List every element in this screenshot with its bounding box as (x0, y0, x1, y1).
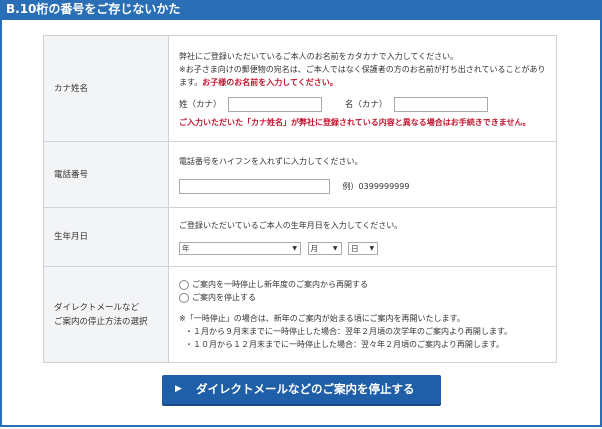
option-pause-radio[interactable]: ご案内を一時停止し新年度のご案内から再開する (179, 278, 548, 291)
phone-desc: 電話番号をハイフンを入れずに入力してください。 (179, 157, 363, 166)
stop-submit-button[interactable]: ▶ ダイレクトメールなどのご案内を停止する (162, 375, 441, 404)
stop-form-table: カナ姓名 弊社にご登録いただいているご本人のお名前をカタカナで入力してください。… (43, 35, 557, 363)
row-birth: 生年月日 ご登録いただいているご本人の生年月日を入力してください。 年 ▼ 月 ▼ … (43, 207, 557, 267)
kana-desc-note-red: お子様のお名前を入力してください。 (202, 78, 338, 87)
section-header: B.10桁の番号をご存じないかた (0, 0, 602, 20)
phone-example: 例）0399999999 (342, 182, 410, 191)
birth-desc: ご登録いただいているご本人の生年月日を入力してください。 (179, 221, 403, 230)
radio-icon (179, 292, 189, 303)
play-triangle-icon: ▶ (175, 384, 182, 394)
row-label-stop-line2: ご案内の停止方法の選択 (54, 316, 148, 327)
stop-note-rule1: ・１月から９月末までに一時停止した場合：翌年２月頃の次学年のご案内より再開します… (185, 327, 513, 336)
row-kana: カナ姓名 弊社にご登録いただいているご本人のお名前をカタカナで入力してください。… (43, 35, 557, 142)
sei-input[interactable] (228, 97, 323, 112)
kana-warning: ご入力いただいた「カナ姓名」が弊社に登録されている内容と異なる場合はお手続きでき… (179, 118, 531, 127)
row-label-kana: カナ姓名 (43, 35, 169, 142)
row-label-phone: 電話番号 (43, 141, 169, 208)
year-select[interactable]: 年 ▼ (179, 242, 301, 255)
row-label-stop-line1: ダイレクトメールなど (54, 302, 140, 313)
radio-icon (179, 279, 189, 290)
row-label-birth: 生年月日 (43, 207, 169, 267)
mei-input[interactable] (394, 97, 489, 112)
row-phone: 電話番号 電話番号をハイフンを入れずに入力してください。 例）039999999… (43, 141, 557, 208)
chevron-down-icon: ▼ (292, 245, 297, 252)
row-stop-method: ダイレクトメールなど ご案内の停止方法の選択 ご案内を一時停止し新年度のご案内か… (43, 266, 557, 363)
kana-desc: 弊社にご登録いただいているご本人のお名前をカタカナで入力してください。 (179, 52, 459, 61)
mei-label: 名（カナ） (344, 100, 388, 110)
option-stop-radio[interactable]: ご案内を停止する (179, 291, 548, 304)
sei-label: 姓（カナ） (179, 100, 222, 110)
chevron-down-icon: ▼ (332, 245, 338, 252)
chevron-down-icon: ▼ (369, 245, 375, 252)
phone-input[interactable] (179, 179, 330, 194)
stop-note-rule2: ・１０月から１２月末までに一時停止した場合：翌々年２月頃のご案内より再開します。 (185, 340, 505, 349)
stop-note: ※「一時停止」の場合は、新年のご案内が始まる頃にご案内を再開いたします。 (179, 314, 465, 323)
day-select[interactable]: 日 ▼ (348, 242, 379, 255)
month-select[interactable]: 月 ▼ (307, 242, 342, 255)
